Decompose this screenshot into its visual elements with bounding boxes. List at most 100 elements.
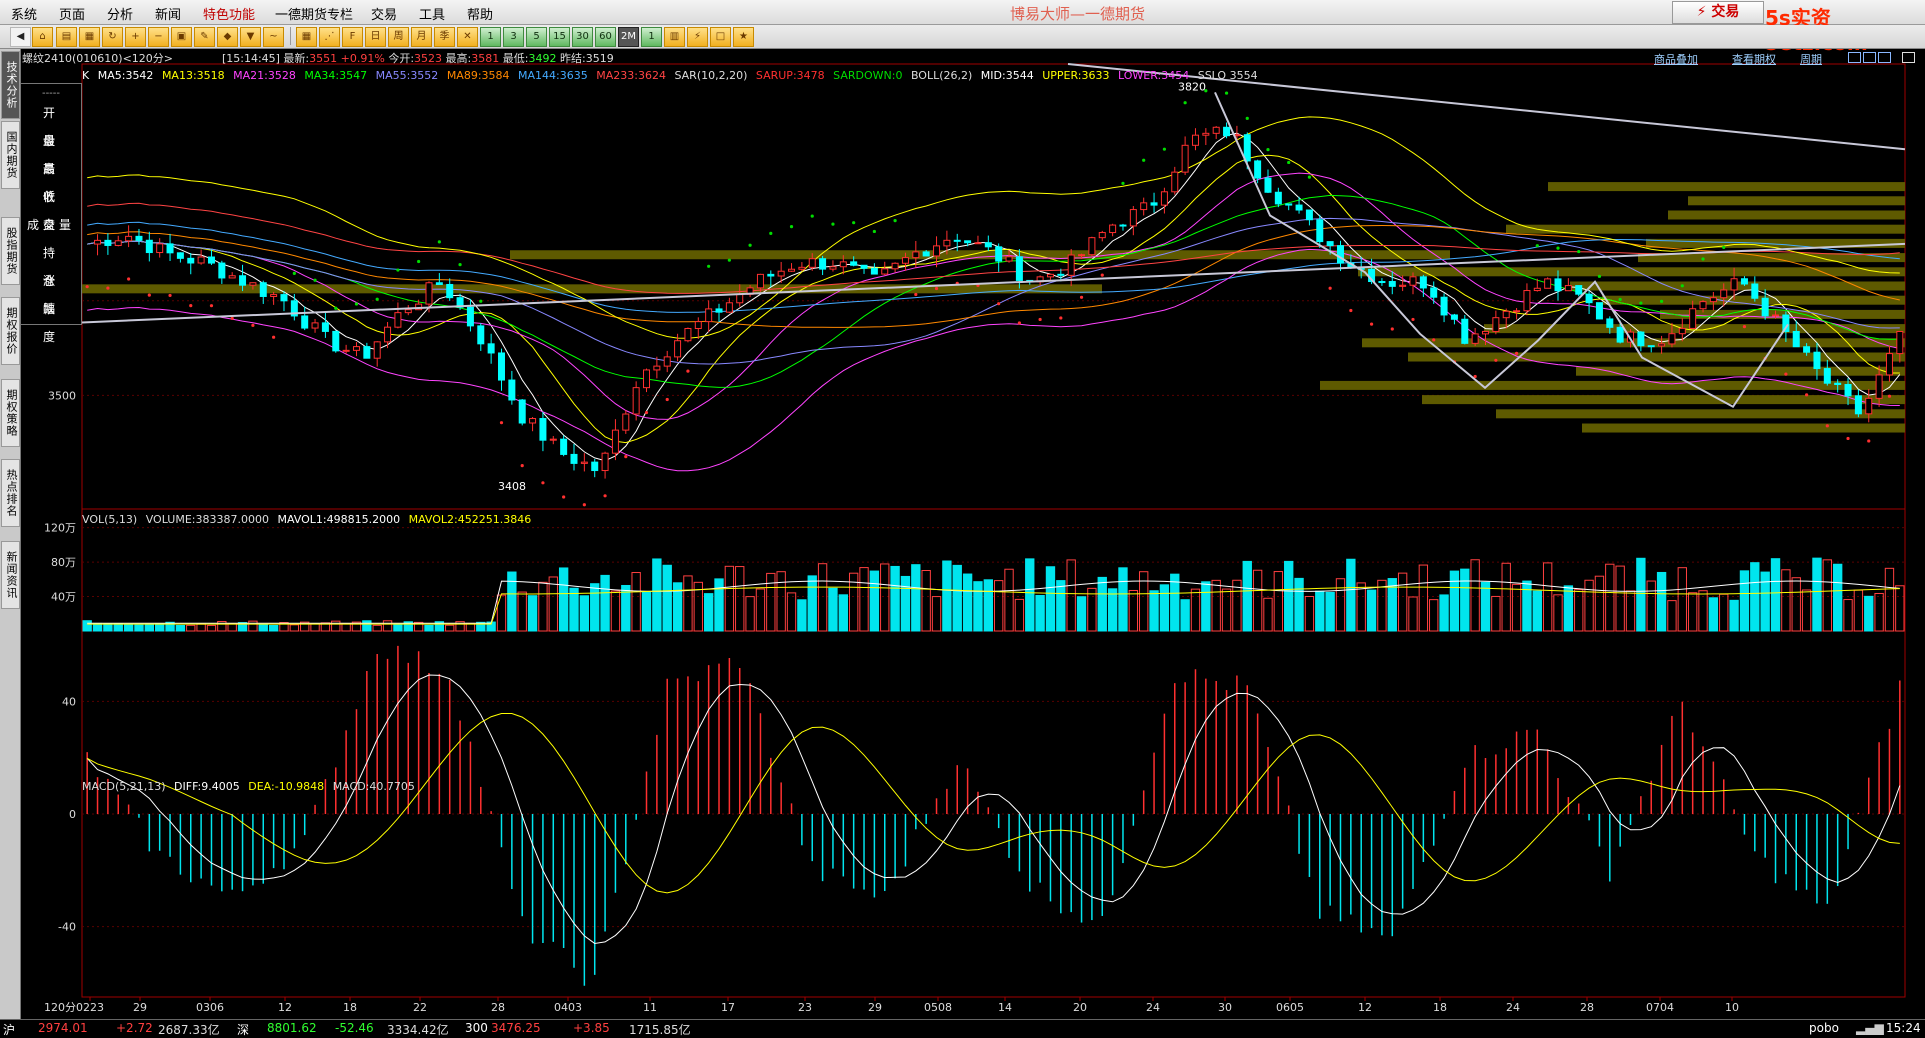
- candle-body: [425, 282, 433, 305]
- panel-divider: -----: [41, 88, 61, 99]
- tab-hot-ranking[interactable]: 热点排名: [1, 459, 20, 527]
- menu-features[interactable]: 特色功能: [203, 4, 255, 23]
- period-3m-button[interactable]: 3: [503, 27, 524, 47]
- quote-high: 3581: [471, 52, 500, 65]
- lightning-icon[interactable]: ⚡: [687, 27, 708, 47]
- month-period-icon[interactable]: 月: [411, 27, 432, 47]
- back-icon[interactable]: ◀: [10, 27, 31, 47]
- volume-bar: [1864, 595, 1874, 632]
- candle-body: [995, 246, 1003, 262]
- candle-body: [663, 356, 671, 367]
- date-label: 0403: [554, 1001, 582, 1014]
- menu-yide-column[interactable]: 一德期货专栏: [275, 4, 353, 23]
- tab-index-futures[interactable]: 股指期货: [1, 217, 20, 285]
- candle-body: [373, 341, 381, 359]
- trend-icon[interactable]: ⋰: [319, 27, 340, 47]
- candle-body: [1202, 132, 1210, 136]
- table-icon[interactable]: ▦: [296, 27, 317, 47]
- volume-bar: [1563, 585, 1574, 632]
- wave-icon[interactable]: ~: [263, 27, 284, 47]
- day-period-icon[interactable]: 日: [365, 27, 386, 47]
- maximize-icon[interactable]: [1863, 52, 1876, 63]
- shape-icon[interactable]: ◆: [217, 27, 238, 47]
- window-icon[interactable]: ▦: [79, 27, 100, 47]
- menu-help[interactable]: 帮助: [467, 4, 493, 23]
- period-30m-button[interactable]: 30: [572, 27, 593, 47]
- period-60m-button[interactable]: 60: [595, 27, 616, 47]
- candle-body: [435, 282, 443, 285]
- sar-down-dot: [1162, 147, 1167, 151]
- candle-body: [953, 239, 961, 242]
- volume-bar: [610, 590, 621, 632]
- volume-bar: [1429, 599, 1439, 632]
- link-view-options[interactable]: 查看期权: [1732, 51, 1776, 67]
- zoom-out-icon[interactable]: −: [148, 27, 169, 47]
- sz-change: -52.46: [335, 1021, 374, 1035]
- volume-bar: [1739, 570, 1750, 632]
- volume-bar: [1284, 560, 1294, 632]
- quote-open: 3523: [414, 52, 443, 65]
- layout-icon[interactable]: ▣: [171, 27, 192, 47]
- quote-prev-label: 昨结:: [559, 52, 586, 65]
- period-2h-button[interactable]: 2M: [618, 27, 639, 47]
- date-label: 29: [133, 1001, 147, 1014]
- candle-body: [684, 328, 692, 342]
- sar-up-dot: [1867, 439, 1871, 443]
- candle-body: [466, 306, 474, 327]
- volume-bar: [1884, 567, 1895, 632]
- link-period[interactable]: 周期: [1800, 51, 1822, 67]
- menu-trade[interactable]: 交易: [371, 4, 397, 23]
- refresh-icon[interactable]: ↻: [102, 27, 123, 47]
- menu-page[interactable]: 页面: [59, 4, 85, 23]
- menu-analysis[interactable]: 分析: [107, 4, 133, 23]
- filter-icon[interactable]: ▼: [240, 27, 261, 47]
- tab-technical-analysis[interactable]: 技术分析: [1, 51, 20, 119]
- legend-k: K: [82, 69, 90, 82]
- week-period-icon[interactable]: 周: [388, 27, 409, 47]
- period-5m-button[interactable]: 5: [526, 27, 547, 47]
- candle-body: [798, 266, 806, 270]
- candle-body: [1606, 318, 1614, 328]
- tab-domestic-futures[interactable]: 国内期货: [1, 121, 20, 189]
- close-icon[interactable]: [1902, 52, 1915, 63]
- period-1m-button[interactable]: 1: [480, 27, 501, 47]
- vol-mavol2: MAVOL2:452251.3846: [408, 513, 532, 526]
- tile-icon[interactable]: [1878, 52, 1891, 63]
- menu-system[interactable]: 系统: [11, 4, 37, 23]
- date-label: 28: [1580, 1001, 1594, 1014]
- cross-icon[interactable]: ✕: [457, 27, 478, 47]
- season-period-icon[interactable]: 季: [434, 27, 455, 47]
- square-icon[interactable]: □: [710, 27, 731, 47]
- sar-up-dot: [127, 277, 131, 281]
- fft-icon[interactable]: F: [342, 27, 363, 47]
- volume-bar: [1045, 566, 1056, 632]
- tab-option-strategy[interactable]: 期权策略: [1, 379, 20, 447]
- draw-icon[interactable]: ✎: [194, 27, 215, 47]
- tab-option-quotes[interactable]: 期权报价: [1, 297, 20, 365]
- date-label: 17: [721, 1001, 735, 1014]
- zoom-in-icon[interactable]: +: [125, 27, 146, 47]
- sar-up-dot: [1494, 358, 1498, 362]
- split-icon[interactable]: ▥: [664, 27, 685, 47]
- menu-tools[interactable]: 工具: [419, 4, 445, 23]
- volume-bar: [1066, 559, 1076, 632]
- folder-icon[interactable]: ▤: [56, 27, 77, 47]
- sar-down-dot: [748, 243, 752, 247]
- trade-button[interactable]: ⚡ 交易: [1672, 1, 1764, 24]
- star-icon[interactable]: ★: [733, 27, 754, 47]
- candle-body: [808, 258, 816, 268]
- period-15m-button[interactable]: 15: [549, 27, 570, 47]
- link-commodity-overlay[interactable]: 商品叠加: [1654, 51, 1698, 67]
- restore-icon[interactable]: [1848, 52, 1861, 63]
- candle-body: [1854, 395, 1862, 415]
- home-icon[interactable]: ⌂: [32, 27, 53, 47]
- sar-down-dot: [1307, 175, 1312, 179]
- menu-news[interactable]: 新闻: [155, 4, 181, 23]
- volume-bar: [558, 567, 569, 632]
- kline-chart-svg[interactable]: 3600350038203408120万80万40万400-40120分0223…: [20, 49, 1925, 1019]
- sar-up-dot: [1846, 436, 1850, 441]
- period-custom-button[interactable]: 1: [641, 27, 662, 47]
- tab-news[interactable]: 新闻资讯: [1, 541, 20, 609]
- candle-body: [1212, 126, 1220, 134]
- candle-body: [1316, 219, 1324, 243]
